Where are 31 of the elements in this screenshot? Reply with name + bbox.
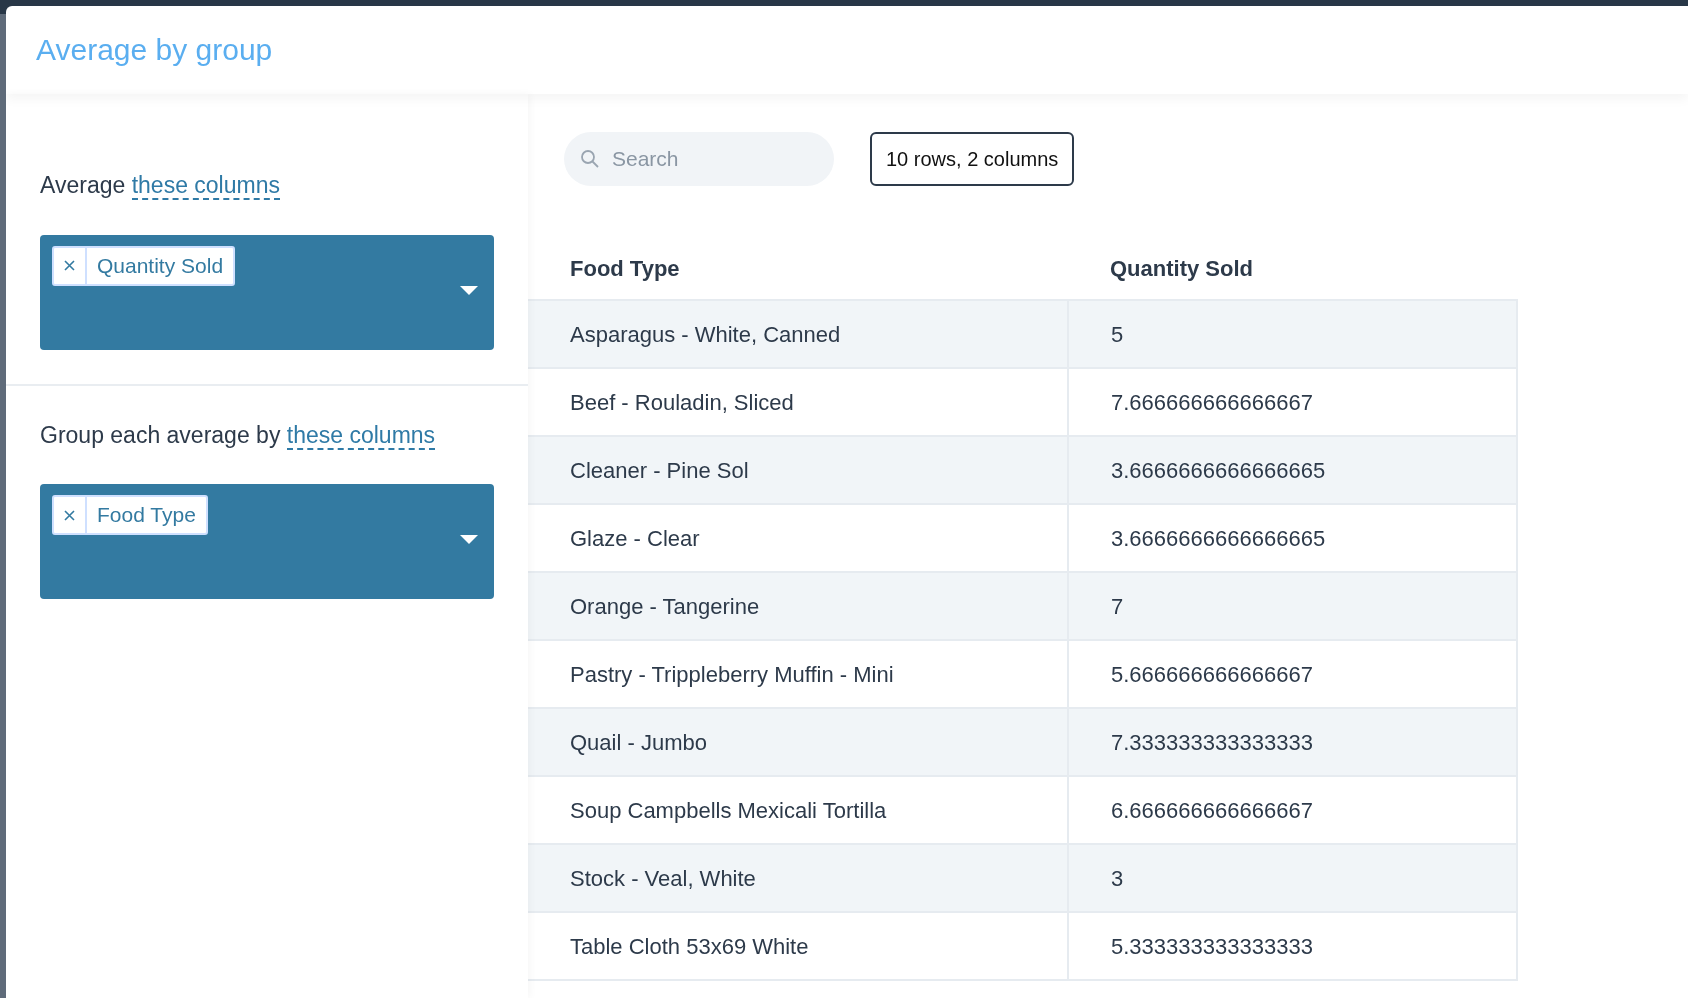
tag-label: Quantity Sold [96, 252, 225, 279]
column-select[interactable]: Food Type [40, 484, 494, 599]
close-icon[interactable] [64, 509, 75, 521]
table-cell: Quail - Jumbo [528, 708, 1068, 776]
columns-link[interactable]: these columns [131, 172, 280, 200]
table-cell: Stock - Veal, White [528, 844, 1068, 912]
column-header: Quantity Sold [1068, 238, 1517, 300]
caret-icon [460, 535, 478, 545]
table-cell: Asparagus - White, Canned [528, 300, 1068, 368]
column-tag[interactable]: Food Type [52, 495, 208, 535]
table-cell: Orange - Tangerine [528, 572, 1068, 640]
column-select[interactable]: Quantity Sold [40, 234, 494, 350]
page-title: Average by group [36, 32, 273, 68]
table-cell: 5 [1068, 300, 1517, 368]
table-cell: Cleaner - Pine Sol [528, 436, 1068, 504]
section-label: Group each average by [40, 421, 281, 448]
table-cell: 7 [1068, 572, 1517, 640]
tag-label: Food Type [96, 502, 197, 529]
row-column-count: 10 rows, 2 columns [870, 132, 1075, 186]
search-field[interactable]: Search [564, 132, 834, 186]
table-cell: Table Cloth 53x69 White [528, 912, 1068, 980]
section-label: Average [40, 172, 126, 198]
table-cell: 3.6666666666666665 [1068, 436, 1517, 504]
table-cell: 5.333333333333333 [1068, 912, 1517, 980]
column-tag[interactable]: Quantity Sold [52, 245, 236, 286]
table-cell: 7.333333333333333 [1068, 708, 1517, 776]
table-cell: 3 [1068, 844, 1517, 912]
columns-link[interactable]: these columns [286, 421, 436, 450]
close-icon[interactable] [64, 260, 75, 271]
caret-icon [460, 285, 478, 296]
column-header: Food Type [528, 238, 1068, 300]
